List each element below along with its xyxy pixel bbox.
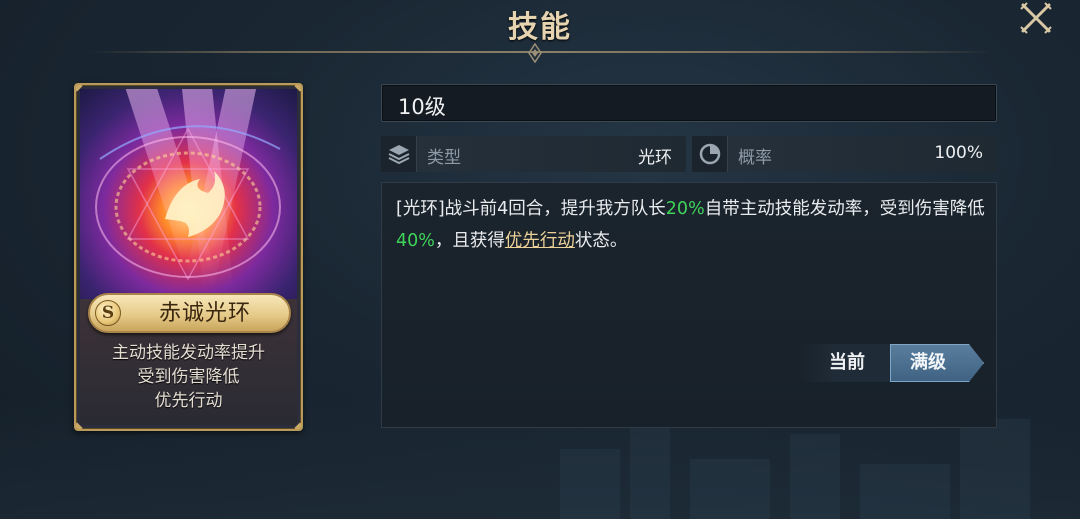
desc-segment: 状态。 [574,231,628,251]
desc-value-highlight: 40% [396,231,435,251]
skill-effect-line: 优先行动 [154,391,223,411]
rate-value: 100% [934,143,983,163]
desc-segment: [光环]战斗前4回合，提升我方队长 [396,199,666,219]
current-level-tab[interactable]: 当前 [797,344,893,382]
desc-segment: ，且获得 [434,231,505,251]
type-cell: 类型 光环 [381,136,686,172]
skill-level: 10级 [398,95,446,119]
type-label: 类型 [427,148,461,168]
desc-segment: 自带主动技能发动率，受到伤害降低 [704,199,985,219]
skill-description-box: [光环]战斗前4回合，提升我方队长20%自带主动技能发动率，受到伤害降低 40%，… [381,182,997,428]
type-value: 光环 [638,148,672,168]
magic-circle-icon [95,125,281,281]
grade-badge: S [95,300,121,326]
skill-card[interactable]: S 赤诚光环 主动技能发动率提升 受到伤害降低 优先行动 [74,83,303,431]
skill-description: [光环]战斗前4回合，提升我方队长20%自带主动技能发动率，受到伤害降低 40%，… [396,193,986,257]
skill-name: 赤诚光环 [158,301,251,326]
status-keyword-link[interactable]: 优先行动 [505,231,575,251]
skill-effect-line: 受到伤害降低 [137,367,240,387]
layers-icon [381,136,417,172]
divider-ornament-icon [528,43,542,63]
skill-name-plate: S 赤诚光环 [88,293,291,333]
skill-artwork [80,89,297,299]
skill-effects: 主动技能发动率提升 受到伤害降低 优先行动 [76,341,301,413]
max-level-tab[interactable]: 满级 [890,344,984,382]
skill-effect-line: 主动技能发动率提升 [112,343,265,363]
level-bar: 10级 [381,84,997,122]
rate-cell: 概率 100% [692,136,997,172]
page-title: 技能 [508,10,572,45]
rate-label: 概率 [738,148,772,168]
pie-chart-icon [692,136,728,172]
close-icon[interactable] [1018,0,1054,36]
desc-value-highlight: 20% [665,199,705,219]
